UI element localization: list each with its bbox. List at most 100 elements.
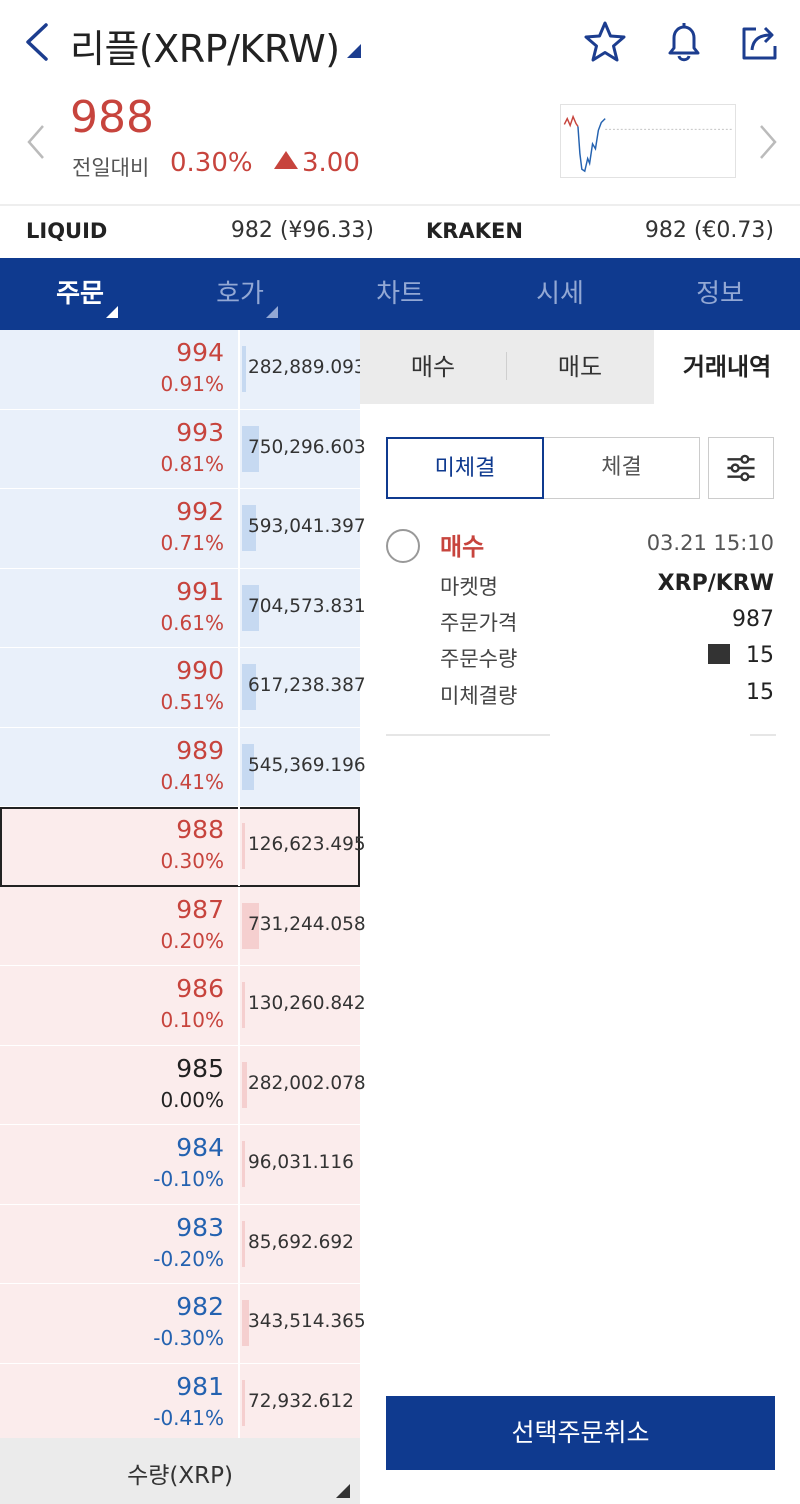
orderbook-rate: 0.51% (160, 690, 224, 714)
next-market-arrow-icon[interactable] (758, 124, 778, 160)
orderbook-row[interactable]: 993 0.81% 750,296.603 (0, 409, 366, 489)
orderbook-price: 989 (176, 735, 224, 765)
orderbook-price: 985 (176, 1053, 224, 1083)
orderbook-volume: 343,514.365 (248, 1311, 366, 1332)
volume-depth-bar (242, 346, 246, 392)
unfilled-toggle[interactable]: 미체결 (386, 437, 544, 499)
cancel-selected-orders-button[interactable]: 선택주문취소 (386, 1396, 775, 1470)
exchange-prices: LIQUID 982 (¥96.33) KRAKEN 982 (€0.73) (0, 204, 800, 258)
orderbook-volume: 126,623.495 (248, 834, 366, 855)
tab-caret-icon (266, 306, 278, 318)
subtab-sell[interactable]: 매도 (506, 330, 654, 404)
orderbook-volume: 85,692.692 (248, 1231, 354, 1253)
orderbook-volume: 72,932.612 (248, 1390, 354, 1412)
market-title[interactable]: 리플(XRP/KRW) (70, 18, 340, 73)
price-summary: 988 전일대비 0.30% 3.00 (0, 84, 800, 202)
orderbook-price-cell: 994 0.91% (0, 330, 240, 409)
orderbook-row[interactable]: 986 0.10% 130,260.842 (0, 966, 366, 1046)
orderbook-price: 991 (176, 576, 224, 606)
dropdown-caret-icon (336, 1484, 350, 1498)
volume-depth-bar (242, 1220, 245, 1267)
quantity-unit-selector[interactable]: 수량(XRP) (0, 1438, 360, 1504)
up-triangle-icon (274, 151, 298, 169)
share-icon[interactable] (738, 20, 782, 64)
orderbook-row[interactable]: 994 0.91% 282,889.093 (0, 330, 366, 410)
orderbook-row[interactable]: 981 -0.41% 72,932.612 (0, 1363, 360, 1443)
tab-chart[interactable]: 차트 (320, 258, 480, 330)
orderbook-rate: 0.30% (160, 849, 224, 873)
open-order-item: 매수 03.21 15:10 마켓명 XRP/KRW 주문가격 987 주문수량… (386, 525, 776, 737)
orderbook-rate: 0.61% (160, 610, 224, 635)
divider (386, 734, 550, 736)
bell-icon[interactable] (662, 20, 706, 64)
orderbook-row[interactable]: 990 0.51% 617,238.387 (0, 648, 366, 728)
subtab-divider (506, 352, 507, 380)
order-field-label: 주문가격 (440, 611, 518, 635)
mini-price-chart[interactable] (560, 104, 736, 178)
redacted-block (708, 644, 730, 664)
orderbook-row[interactable]: 984 -0.10% 96,031.116 (0, 1125, 360, 1205)
orderbook-row[interactable]: 991 0.61% 704,573.831 (0, 568, 366, 648)
orderbook-rate: -0.20% (153, 1246, 224, 1271)
orderbook-row[interactable]: 988 0.30% 126,623.495 (0, 807, 366, 887)
orderbook-price-cell: 989 0.41% (0, 727, 240, 806)
orderbook-price: 993 (176, 417, 224, 447)
orderbook-volume: 282,002.078 (248, 1072, 366, 1094)
orderbook-price-cell: 984 -0.10% (0, 1125, 240, 1204)
filter-button[interactable] (708, 437, 774, 499)
orderbook-row[interactable]: 985 0.00% 282,002.078 (0, 1045, 366, 1125)
orderbook-price-cell: 986 0.10% (0, 966, 240, 1045)
order-quantity: 15 (708, 643, 774, 668)
volume-depth-bar (242, 1061, 247, 1108)
orderbook-rate: -0.30% (153, 1326, 224, 1350)
divider (750, 734, 776, 736)
order-market-value: XRP/KRW (657, 571, 774, 596)
orderbook-volume: 750,296.603 (248, 436, 366, 458)
volume-depth-bar (242, 823, 245, 869)
orderbook-price: 988 (176, 815, 224, 844)
orderbook-price: 982 (176, 1292, 224, 1321)
tab-order[interactable]: 주문 (0, 258, 160, 330)
exchange-name: LIQUID (26, 219, 108, 243)
orderbook-row[interactable]: 987 0.20% 731,244.058 (0, 886, 366, 966)
orderbook-price: 981 (176, 1371, 224, 1401)
orderbook-price-cell: 992 0.71% (0, 489, 240, 568)
sliders-icon (727, 454, 755, 482)
orderbook-volume: 545,369.196 (248, 754, 366, 776)
subtab-buy[interactable]: 매수 (360, 330, 506, 404)
subtab-history[interactable]: 거래내역 (654, 330, 800, 404)
orderbook-row[interactable]: 989 0.41% 545,369.196 (0, 727, 366, 807)
orderbook-price-cell: 987 0.20% (0, 886, 240, 965)
orderbook-price: 990 (176, 656, 224, 685)
prev-market-arrow-icon[interactable] (26, 124, 46, 160)
tab-info[interactable]: 정보 (640, 258, 800, 330)
orderbook-rate: 0.91% (160, 372, 224, 396)
main-tabs: 주문 호가 차트 시세 정보 (0, 258, 800, 330)
orderbook-row[interactable]: 983 -0.20% 85,692.692 (0, 1204, 360, 1284)
orderbook-price-cell: 990 0.51% (0, 648, 240, 727)
current-price: 988 (70, 92, 154, 143)
order-select-radio[interactable] (386, 529, 420, 563)
orderbook-price: 984 (176, 1133, 224, 1162)
orderbook-row[interactable]: 992 0.71% 593,041.397 (0, 489, 366, 569)
tab-orderbook[interactable]: 호가 (160, 258, 320, 330)
back-icon[interactable] (22, 22, 52, 62)
orderbook-rate: -0.41% (153, 1405, 224, 1430)
orderbook-price-cell: 985 0.00% (0, 1045, 240, 1124)
market-select-caret-icon[interactable] (347, 44, 361, 58)
orderbook-price-cell: 993 0.81% (0, 409, 240, 488)
orderbook-row[interactable]: 982 -0.30% 343,514.365 (0, 1284, 366, 1364)
orderbook-volume: 731,244.058 (248, 913, 366, 935)
order-field-label: 주문수량 (440, 647, 518, 671)
exchange-price: 982 (€0.73) (644, 218, 774, 243)
orderbook-price: 994 (176, 338, 224, 367)
order-unfilled-quantity: 15 (746, 680, 774, 705)
order-type: 매수 (440, 533, 485, 561)
change-amount: 3.00 (274, 148, 360, 178)
tab-market[interactable]: 시세 (480, 258, 640, 330)
orderbook-rate: 0.81% (160, 451, 224, 476)
filled-toggle[interactable]: 체결 (544, 437, 700, 499)
star-icon[interactable] (583, 20, 627, 64)
volume-depth-bar (242, 1379, 245, 1426)
orderbook-rate: 0.00% (160, 1087, 224, 1112)
